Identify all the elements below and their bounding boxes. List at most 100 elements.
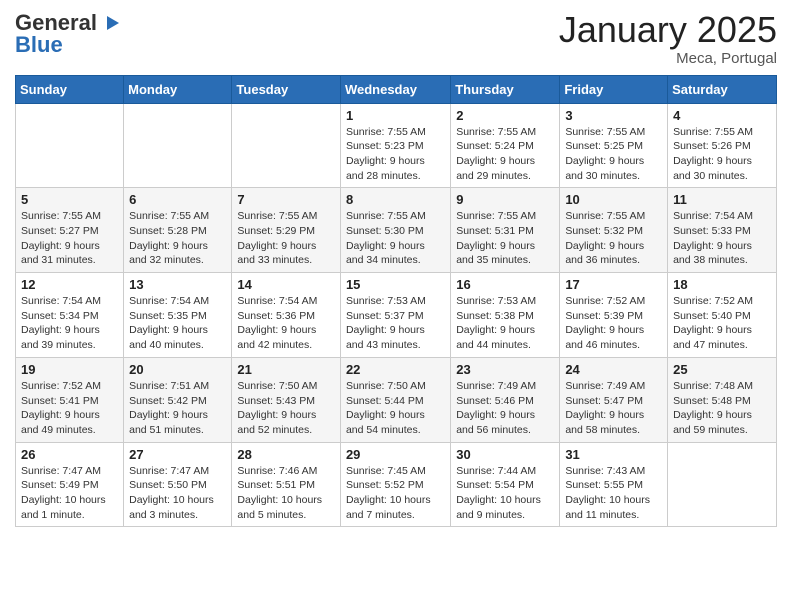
calendar-cell: 28 Sunrise: 7:46 AMSunset: 5:51 PMDayligh… (232, 442, 341, 527)
header: General Blue January 2025 Meca, Portugal (15, 10, 777, 67)
day-number: 11 (673, 192, 771, 207)
day-number: 7 (237, 192, 335, 207)
calendar-cell: 16 Sunrise: 7:53 AMSunset: 5:38 PMDayligh… (451, 273, 560, 358)
day-info: Sunrise: 7:55 AMSunset: 5:28 PMDaylight:… (129, 209, 226, 268)
day-number: 31 (565, 447, 662, 462)
title-block: January 2025 Meca, Portugal (559, 10, 777, 67)
day-info: Sunrise: 7:52 AMSunset: 5:39 PMDaylight:… (565, 294, 662, 353)
day-number: 5 (21, 192, 118, 207)
day-number: 19 (21, 362, 118, 377)
weekday-header-thursday: Thursday (451, 75, 560, 103)
day-number: 2 (456, 108, 554, 123)
day-info: Sunrise: 7:55 AMSunset: 5:32 PMDaylight:… (565, 209, 662, 268)
day-info: Sunrise: 7:46 AMSunset: 5:51 PMDaylight:… (237, 464, 335, 523)
calendar-cell: 21Sunrise: 7:50 AMSunset: 5:43 PMDayligh… (232, 357, 341, 442)
calendar-cell: 8 Sunrise: 7:55 AMSunset: 5:30 PMDaylight… (340, 188, 450, 273)
weekday-header-row: SundayMondayTuesdayWednesdayThursdayFrid… (16, 75, 777, 103)
day-info: Sunrise: 7:47 AMSunset: 5:50 PMDaylight:… (129, 464, 226, 523)
day-info: Sunrise: 7:55 AMSunset: 5:25 PMDaylight:… (565, 125, 662, 184)
calendar-cell: 11 Sunrise: 7:54 AMSunset: 5:33 PMDayligh… (668, 188, 777, 273)
day-number: 25 (673, 362, 771, 377)
day-info: Sunrise: 7:47 AMSunset: 5:49 PMDaylight:… (21, 464, 118, 523)
day-info: Sunrise: 7:55 AMSunset: 5:30 PMDaylight:… (346, 209, 445, 268)
weekday-header-friday: Friday (560, 75, 668, 103)
logo-icon (99, 12, 121, 34)
day-info: Sunrise: 7:55 AMSunset: 5:23 PMDaylight:… (346, 125, 445, 184)
day-info: Sunrise: 7:51 AMSunset: 5:42 PMDaylight:… (129, 379, 226, 438)
calendar-cell: 27Sunrise: 7:47 AMSunset: 5:50 PMDayligh… (124, 442, 232, 527)
calendar-cell: 7Sunrise: 7:55 AMSunset: 5:29 PMDaylight… (232, 188, 341, 273)
calendar-cell: 2 Sunrise: 7:55 AMSunset: 5:24 PMDaylight… (451, 103, 560, 188)
calendar-week-row: 5 Sunrise: 7:55 AMSunset: 5:27 PMDaylight… (16, 188, 777, 273)
weekday-header-tuesday: Tuesday (232, 75, 341, 103)
calendar-cell: 4 Sunrise: 7:55 AMSunset: 5:26 PMDaylight… (668, 103, 777, 188)
calendar-cell: 23 Sunrise: 7:49 AMSunset: 5:46 PMDayligh… (451, 357, 560, 442)
day-number: 6 (129, 192, 226, 207)
calendar-cell: 22Sunrise: 7:50 AMSunset: 5:44 PMDayligh… (340, 357, 450, 442)
day-info: Sunrise: 7:55 AMSunset: 5:26 PMDaylight:… (673, 125, 771, 184)
calendar-cell (16, 103, 124, 188)
day-number: 23 (456, 362, 554, 377)
day-info: Sunrise: 7:55 AMSunset: 5:31 PMDaylight:… (456, 209, 554, 268)
calendar-cell: 25 Sunrise: 7:48 AMSunset: 5:48 PMDayligh… (668, 357, 777, 442)
calendar-cell: 30 Sunrise: 7:44 AMSunset: 5:54 PMDayligh… (451, 442, 560, 527)
day-info: Sunrise: 7:53 AMSunset: 5:38 PMDaylight:… (456, 294, 554, 353)
day-info: Sunrise: 7:53 AMSunset: 5:37 PMDaylight:… (346, 294, 445, 353)
calendar-cell: 6 Sunrise: 7:55 AMSunset: 5:28 PMDaylight… (124, 188, 232, 273)
day-info: Sunrise: 7:45 AMSunset: 5:52 PMDaylight:… (346, 464, 445, 523)
calendar-week-row: 12 Sunrise: 7:54 AMSunset: 5:34 PMDayligh… (16, 273, 777, 358)
day-info: Sunrise: 7:54 AMSunset: 5:35 PMDaylight:… (129, 294, 226, 353)
day-info: Sunrise: 7:50 AMSunset: 5:43 PMDaylight:… (237, 379, 335, 438)
calendar-cell: 18 Sunrise: 7:52 AMSunset: 5:40 PMDayligh… (668, 273, 777, 358)
calendar-cell: 17 Sunrise: 7:52 AMSunset: 5:39 PMDayligh… (560, 273, 668, 358)
day-number: 3 (565, 108, 662, 123)
calendar-cell (668, 442, 777, 527)
day-info: Sunrise: 7:54 AMSunset: 5:34 PMDaylight:… (21, 294, 118, 353)
calendar-cell: 14Sunrise: 7:54 AMSunset: 5:36 PMDayligh… (232, 273, 341, 358)
logo: General Blue (15, 10, 121, 58)
day-number: 24 (565, 362, 662, 377)
calendar-week-row: 19 Sunrise: 7:52 AMSunset: 5:41 PMDayligh… (16, 357, 777, 442)
day-number: 28 (237, 447, 335, 462)
day-number: 4 (673, 108, 771, 123)
day-info: Sunrise: 7:54 AMSunset: 5:36 PMDaylight:… (237, 294, 335, 353)
day-info: Sunrise: 7:55 AMSunset: 5:27 PMDaylight:… (21, 209, 118, 268)
day-info: Sunrise: 7:54 AMSunset: 5:33 PMDaylight:… (673, 209, 771, 268)
day-number: 1 (346, 108, 445, 123)
day-number: 15 (346, 277, 445, 292)
logo-blue-text: Blue (15, 32, 63, 58)
day-number: 17 (565, 277, 662, 292)
calendar-cell: 19 Sunrise: 7:52 AMSunset: 5:41 PMDayligh… (16, 357, 124, 442)
calendar: SundayMondayTuesdayWednesdayThursdayFrid… (15, 75, 777, 528)
calendar-cell: 29Sunrise: 7:45 AMSunset: 5:52 PMDayligh… (340, 442, 450, 527)
page: General Blue January 2025 Meca, Portugal… (0, 0, 792, 612)
day-number: 18 (673, 277, 771, 292)
weekday-header-sunday: Sunday (16, 75, 124, 103)
day-info: Sunrise: 7:49 AMSunset: 5:46 PMDaylight:… (456, 379, 554, 438)
day-info: Sunrise: 7:49 AMSunset: 5:47 PMDaylight:… (565, 379, 662, 438)
day-info: Sunrise: 7:44 AMSunset: 5:54 PMDaylight:… (456, 464, 554, 523)
calendar-cell: 3 Sunrise: 7:55 AMSunset: 5:25 PMDaylight… (560, 103, 668, 188)
weekday-header-saturday: Saturday (668, 75, 777, 103)
calendar-cell (124, 103, 232, 188)
day-info: Sunrise: 7:52 AMSunset: 5:40 PMDaylight:… (673, 294, 771, 353)
calendar-cell: 10Sunrise: 7:55 AMSunset: 5:32 PMDayligh… (560, 188, 668, 273)
month-title: January 2025 (559, 10, 777, 50)
calendar-week-row: 1 Sunrise: 7:55 AMSunset: 5:23 PMDaylight… (16, 103, 777, 188)
day-number: 8 (346, 192, 445, 207)
day-number: 26 (21, 447, 118, 462)
calendar-cell: 31 Sunrise: 7:43 AMSunset: 5:55 PMDayligh… (560, 442, 668, 527)
weekday-header-wednesday: Wednesday (340, 75, 450, 103)
day-number: 9 (456, 192, 554, 207)
calendar-cell: 13Sunrise: 7:54 AMSunset: 5:35 PMDayligh… (124, 273, 232, 358)
day-number: 30 (456, 447, 554, 462)
day-info: Sunrise: 7:52 AMSunset: 5:41 PMDaylight:… (21, 379, 118, 438)
day-info: Sunrise: 7:48 AMSunset: 5:48 PMDaylight:… (673, 379, 771, 438)
calendar-cell: 9 Sunrise: 7:55 AMSunset: 5:31 PMDaylight… (451, 188, 560, 273)
day-info: Sunrise: 7:43 AMSunset: 5:55 PMDaylight:… (565, 464, 662, 523)
day-number: 16 (456, 277, 554, 292)
day-info: Sunrise: 7:55 AMSunset: 5:24 PMDaylight:… (456, 125, 554, 184)
calendar-cell: 20 Sunrise: 7:51 AMSunset: 5:42 PMDayligh… (124, 357, 232, 442)
day-number: 12 (21, 277, 118, 292)
day-number: 20 (129, 362, 226, 377)
